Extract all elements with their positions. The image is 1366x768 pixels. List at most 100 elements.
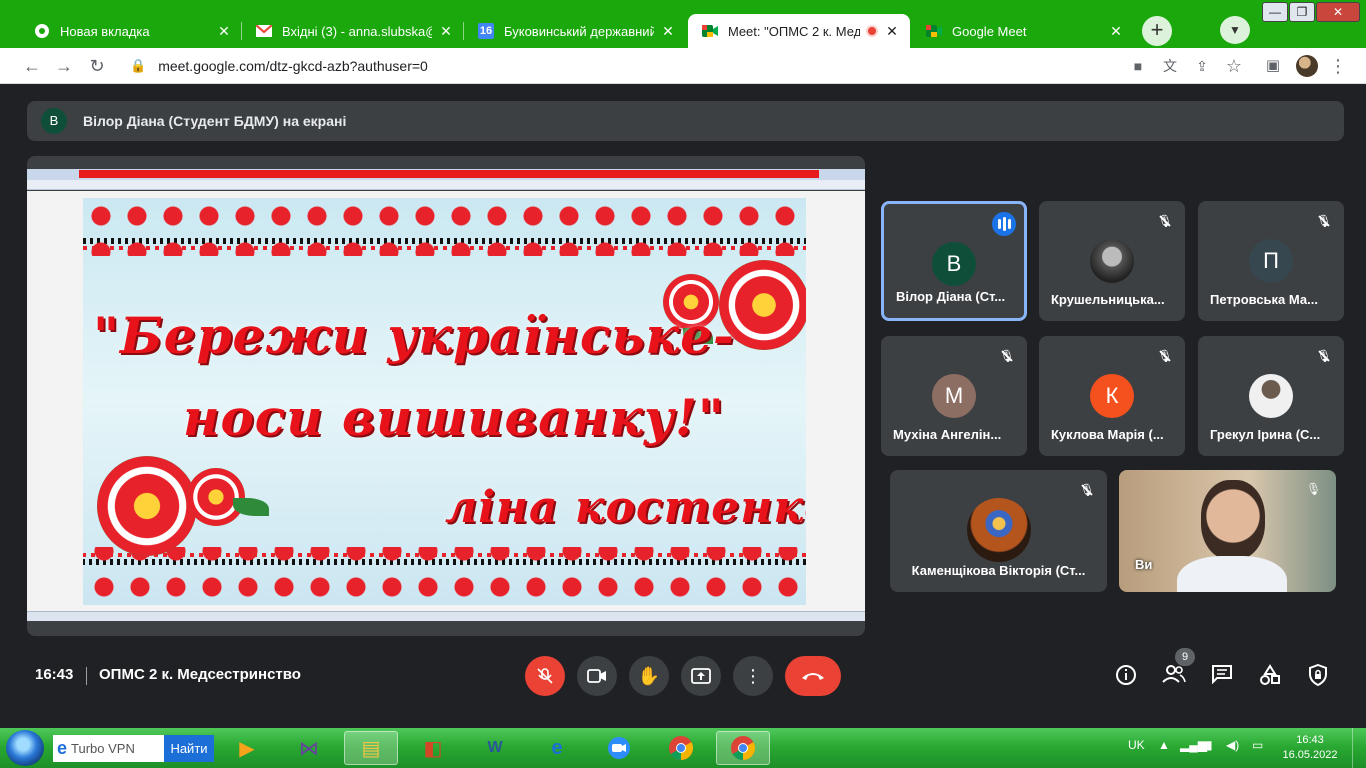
people-icon: [1162, 665, 1186, 683]
media-player-icon[interactable]: ▶: [220, 731, 274, 765]
tab-title: Новая вкладка: [60, 23, 150, 39]
speaking-indicator-icon: [992, 212, 1016, 236]
menu-dots-icon[interactable]: ⋮: [1326, 54, 1350, 78]
address-bar[interactable]: 🔒 meet.google.com/dtz-gkcd-azb?authuser=…: [120, 52, 1260, 80]
presenting-banner: В Вілор Діана (Студент БДМУ) на екрані: [27, 101, 1344, 141]
internet-explorer-icon[interactable]: e: [530, 731, 584, 765]
language-indicator[interactable]: UK: [1128, 738, 1145, 752]
more-options-button[interactable]: ⋮: [733, 656, 773, 696]
leave-call-button[interactable]: [785, 656, 841, 696]
participant-tile[interactable]: 🎙 Каменщікова Вікторія (Ст...: [890, 470, 1107, 592]
network-icon[interactable]: ▂▄▆: [1180, 738, 1207, 752]
close-icon[interactable]: ✕: [1108, 23, 1124, 40]
share-icon[interactable]: ⇪: [1190, 54, 1214, 78]
meet-icon: [702, 23, 718, 39]
avatar: [1249, 374, 1293, 418]
close-window-button[interactable]: ✕: [1316, 2, 1360, 22]
back-icon[interactable]: ←: [20, 54, 44, 78]
close-icon[interactable]: ✕: [884, 23, 900, 40]
hangup-icon: [802, 673, 824, 680]
profile-avatar[interactable]: [1296, 55, 1318, 77]
slide-quote-line1: "Бережи українське-: [93, 306, 735, 365]
avatar: П: [1249, 239, 1293, 283]
search-button[interactable]: Найти: [164, 735, 214, 762]
clock-time: 16:43: [1296, 734, 1324, 746]
ppt-title-strip: [79, 170, 819, 178]
avatar: М: [932, 374, 976, 418]
minimize-button[interactable]: —: [1262, 2, 1288, 22]
participant-name: Вілор Діана (Ст...: [896, 289, 1006, 304]
participant-tile[interactable]: 🎙 Грекул Ірина (С...: [1198, 336, 1344, 456]
translate-icon[interactable]: 文: [1158, 54, 1182, 78]
zoom-icon[interactable]: [592, 731, 646, 765]
participant-name: Каменщікова Вікторія (Ст...: [911, 563, 1086, 578]
tab-new-tab[interactable]: Новая вкладка ✕: [20, 14, 242, 48]
host-controls-button[interactable]: [1305, 663, 1331, 690]
file-explorer-icon[interactable]: ▤: [344, 731, 398, 765]
volume-icon[interactable]: ◀): [1226, 738, 1239, 752]
camera-toggle-button[interactable]: [577, 656, 617, 696]
maximize-button[interactable]: ❐: [1289, 2, 1315, 22]
mic-off-icon: [537, 668, 553, 684]
self-label: Ви: [1135, 557, 1153, 572]
flower-image: [187, 468, 245, 526]
close-icon[interactable]: ✕: [438, 23, 454, 40]
close-icon[interactable]: ✕: [660, 23, 676, 40]
participant-tile[interactable]: 🎙 Крушельницька...: [1039, 201, 1185, 321]
self-view[interactable]: 🎙 Ви: [1119, 470, 1336, 592]
word-icon[interactable]: W: [468, 731, 522, 765]
slide: "Бережи українське- носи вишиванку!" лін…: [83, 198, 806, 605]
self-video: [1201, 480, 1265, 560]
tab-gmail[interactable]: Вхідні (3) - anna.slubska@bsm ✕: [242, 14, 464, 48]
participant-tile[interactable]: 🎙 П Петровська Ма...: [1198, 201, 1344, 321]
chrome-icon: [34, 23, 50, 39]
taskbar-search[interactable]: e Turbo VPN Найти: [53, 735, 214, 762]
present-screen-button[interactable]: [681, 656, 721, 696]
battery-icon[interactable]: ▭: [1252, 738, 1263, 752]
tab-title: Вхідні (3) - anna.slubska@bsm: [282, 23, 432, 39]
tab-meet-active[interactable]: Meet: "ОПМС 2 к. Медсе ✕: [688, 14, 910, 48]
shared-screen[interactable]: "Бережи українське- носи вишиванку!" лін…: [27, 156, 865, 636]
search-input[interactable]: Turbo VPN: [71, 741, 164, 756]
meet-icon: [926, 23, 942, 39]
show-desktop-button[interactable]: [1352, 728, 1366, 768]
close-icon[interactable]: ✕: [216, 23, 232, 40]
mic-toggle-button[interactable]: [525, 656, 565, 696]
present-icon: [691, 668, 711, 684]
activities-button[interactable]: [1257, 664, 1283, 690]
tab-google-meet[interactable]: Google Meet ✕: [912, 14, 1134, 48]
star-icon[interactable]: ☆: [1222, 54, 1246, 78]
info-icon: [1116, 665, 1136, 685]
meeting-info-button[interactable]: [1113, 664, 1139, 690]
reload-icon[interactable]: ↻: [85, 54, 109, 78]
tab-search-button[interactable]: ▼: [1220, 16, 1250, 44]
clock-date: 16.05.2022: [1282, 749, 1338, 761]
participant-tile[interactable]: В Вілор Діана (Ст...: [881, 201, 1027, 321]
raise-hand-button[interactable]: ✋: [629, 656, 669, 696]
people-button[interactable]: [1161, 664, 1187, 690]
tab-university[interactable]: 16 Буковинський державний ме ✕: [464, 14, 686, 48]
mic-off-icon: 🎙: [999, 349, 1015, 363]
camera-icon[interactable]: ■: [1126, 54, 1150, 78]
device-icon[interactable]: ▮: [1206, 738, 1213, 752]
chrome-icon[interactable]: [654, 731, 708, 765]
tab-title: Meet: "ОПМС 2 к. Медсе: [728, 23, 860, 39]
hand-icon: ✋: [637, 666, 661, 686]
visual-studio-icon[interactable]: ⋈: [282, 731, 336, 765]
chrome-active-icon[interactable]: [716, 731, 770, 765]
mic-off-icon: 🎙: [1306, 482, 1322, 496]
participant-tile[interactable]: 🎙 К Куклова Марія (...: [1039, 336, 1185, 456]
forward-icon[interactable]: →: [52, 54, 76, 78]
system-clock[interactable]: 16:43 16.05.2022: [1282, 733, 1338, 763]
participant-name: Куклова Марія (...: [1051, 427, 1164, 442]
tray-expand-icon[interactable]: ▲: [1158, 738, 1170, 752]
calendar-16-icon: 16: [478, 23, 494, 39]
side-panel-icon[interactable]: ▣: [1261, 54, 1285, 78]
powerpoint-icon[interactable]: ◧: [406, 731, 460, 765]
new-tab-button[interactable]: +: [1142, 16, 1172, 46]
chat-button[interactable]: [1209, 664, 1235, 690]
slide-author: ліна костенко: [445, 482, 806, 533]
shapes-icon: [1260, 664, 1280, 685]
start-button[interactable]: [6, 730, 44, 766]
participant-tile[interactable]: 🎙 М Мухіна Ангелін...: [881, 336, 1027, 456]
